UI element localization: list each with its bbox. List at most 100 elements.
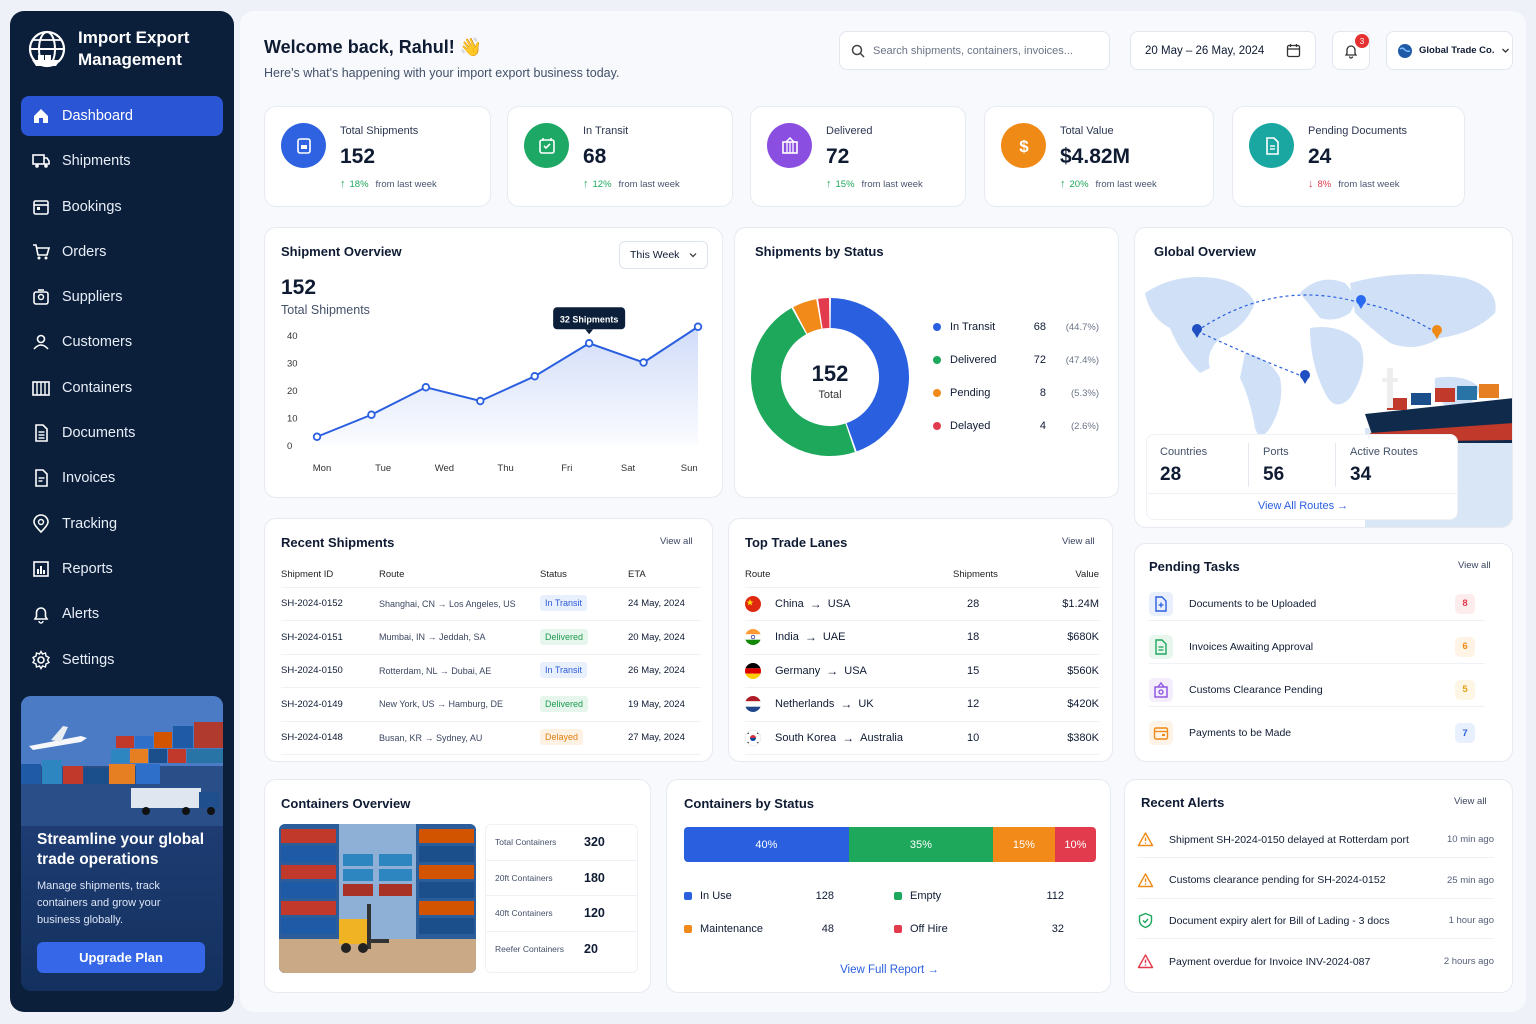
x-tick-label: Sun bbox=[681, 463, 698, 474]
data-point[interactable] bbox=[476, 396, 485, 406]
sidebar-item-label: Orders bbox=[62, 243, 107, 260]
recent-alerts-view-all[interactable]: View all bbox=[1454, 796, 1487, 807]
pending-tasks-view-all[interactable]: View all bbox=[1458, 560, 1491, 571]
sidebar-item-label: Tracking bbox=[62, 515, 118, 532]
table-row[interactable]: SH-2024-0148 Busan, KR → Sydney, AU Delaye… bbox=[281, 721, 701, 755]
data-point[interactable] bbox=[530, 372, 539, 381]
kpi-card-total-value[interactable]: $ Total Value $4.82M ↑ 20% from last week bbox=[984, 106, 1214, 207]
upgrade-plan-button[interactable]: Upgrade Plan bbox=[37, 942, 205, 973]
kpi-card-total-shipments[interactable]: Total Shipments 152 ↑ 18% from last week bbox=[264, 106, 491, 207]
x-tick-label: Sat bbox=[621, 463, 636, 474]
task-item[interactable]: Customs Clearance Pending 5 bbox=[1149, 673, 1485, 707]
sidebar-item-orders[interactable]: Orders bbox=[21, 232, 223, 272]
countries-label: Countries bbox=[1160, 446, 1208, 458]
legend-label: Pending bbox=[950, 387, 991, 399]
date-range-picker[interactable]: 20 May – 26 May, 2024 bbox=[1130, 31, 1316, 70]
sidebar-item-containers[interactable]: Containers bbox=[21, 368, 223, 408]
alert-item[interactable]: Document expiry alert for Bill of Lading… bbox=[1137, 903, 1494, 939]
calendar-icon bbox=[1286, 44, 1301, 58]
stacked-bar-segment[interactable]: 35% bbox=[848, 827, 993, 862]
arrow-right-icon: → bbox=[842, 730, 855, 745]
data-point[interactable] bbox=[312, 432, 322, 441]
kpi-value: 68 bbox=[583, 145, 607, 168]
sidebar-item-settings[interactable]: Settings bbox=[21, 640, 223, 680]
table-row[interactable]: South Korea → Australia 10 $380K bbox=[745, 721, 1099, 755]
segment-pct: 40% bbox=[755, 838, 778, 851]
container-stat-row: Reefer Containers 20 bbox=[486, 932, 637, 968]
kpi-card-delivered[interactable]: Delivered 72 ↑ 15% from last week bbox=[750, 106, 966, 207]
data-point[interactable] bbox=[421, 383, 431, 392]
legend-label: Off Hire bbox=[910, 923, 948, 935]
gear-icon bbox=[32, 649, 50, 670]
invoice-icon bbox=[1155, 638, 1167, 655]
company-selector[interactable]: Global Trade Co. bbox=[1386, 31, 1513, 70]
kpi-card-in-transit[interactable]: In Transit 68 ↑ 12% from last week bbox=[507, 106, 733, 207]
sidebar-item-reports[interactable]: Reports bbox=[21, 549, 223, 589]
task-label: Invoices Awaiting Approval bbox=[1189, 640, 1314, 653]
kpi-card-pending-documents[interactable]: Pending Documents 24 ↓ 8% from last week bbox=[1232, 106, 1465, 207]
sidebar-item-shipments[interactable]: Shipments bbox=[21, 141, 223, 181]
line-area bbox=[317, 326, 698, 445]
stacked-bar-segment[interactable]: 40% bbox=[684, 827, 849, 862]
data-point[interactable] bbox=[584, 339, 594, 348]
table-row[interactable]: Germany → USA 15 $560K bbox=[745, 654, 1099, 688]
view-all-routes-link[interactable]: View All Routes → bbox=[1147, 500, 1459, 512]
donut-slice-delayed[interactable] bbox=[818, 298, 830, 329]
stacked-bar-segment[interactable]: 10% bbox=[1054, 827, 1096, 862]
sidebar-item-documents[interactable]: Documents bbox=[21, 413, 223, 453]
segment-pct: 10% bbox=[1064, 838, 1087, 851]
table-row[interactable]: SH-2024-0149 New York, US → Hamburg, DE De… bbox=[281, 687, 701, 722]
status-legend-item: Delayed 4 (2.6%) bbox=[933, 420, 1099, 432]
notifications-button[interactable]: 3 bbox=[1332, 31, 1370, 70]
y-tick-label: 10 bbox=[287, 414, 298, 425]
alert-time: 1 hour ago bbox=[1448, 915, 1494, 926]
sidebar-item-suppliers[interactable]: Suppliers bbox=[21, 277, 223, 317]
sidebar-item-dashboard[interactable]: Dashboard bbox=[21, 96, 223, 136]
table-row[interactable]: Netherlands → UK 12 $420K bbox=[745, 687, 1099, 722]
alert-item[interactable]: Customs clearance pending for SH-2024-01… bbox=[1137, 863, 1494, 899]
task-label: Customs Clearance Pending bbox=[1189, 683, 1323, 696]
table-row[interactable]: China → USA 28 $1.24M bbox=[745, 587, 1099, 621]
recent-alerts-card: Recent Alerts View all Shipment SH-2024-… bbox=[1124, 779, 1513, 993]
recent-shipments-view-all[interactable]: View all bbox=[660, 536, 693, 547]
legend-swatch bbox=[684, 925, 692, 933]
task-item[interactable]: Invoices Awaiting Approval 6 bbox=[1149, 630, 1485, 664]
task-item[interactable]: Documents to be Uploaded 8 bbox=[1149, 587, 1485, 621]
table-row[interactable]: SH-2024-0152 Shanghai, CN → Los Angeles, … bbox=[281, 587, 701, 621]
search-box[interactable] bbox=[839, 31, 1110, 70]
sidebar-item-bookings[interactable]: Bookings bbox=[21, 187, 223, 227]
view-full-report-link[interactable]: View Full Report → bbox=[667, 964, 1112, 976]
status-badge: Delivered bbox=[540, 695, 589, 712]
sidebar-item-customers[interactable]: Customers bbox=[21, 322, 223, 362]
origin-country: South Korea bbox=[775, 731, 837, 744]
sidebar-item-invoices[interactable]: Invoices bbox=[21, 458, 223, 498]
data-point[interactable] bbox=[639, 358, 648, 367]
table-row[interactable]: India → UAE 18 $680K bbox=[745, 620, 1099, 655]
alert-item[interactable]: Shipment SH-2024-0150 delayed at Rotterd… bbox=[1137, 822, 1494, 858]
alert-item[interactable]: Payment overdue for Invoice INV-2024-087… bbox=[1137, 944, 1494, 980]
sidebar-nav: Dashboard Shipments Bookings Orders Supplier… bbox=[21, 96, 223, 685]
stacked-bar-segment[interactable]: 15% bbox=[992, 827, 1055, 862]
data-point[interactable] bbox=[367, 410, 376, 419]
table-row[interactable]: SH-2024-0151 Mumbai, IN → Jeddah, SA Deliv… bbox=[281, 620, 701, 655]
x-tick-label: Thu bbox=[497, 463, 513, 474]
table-row[interactable]: SH-2024-0150 Rotterdam, NL → Dubai, AE In … bbox=[281, 654, 701, 688]
alert-text: Shipment SH-2024-0150 delayed at Rotterd… bbox=[1169, 833, 1409, 846]
flag-nl-icon bbox=[745, 696, 761, 713]
container-stat-value: 180 bbox=[584, 870, 605, 885]
kpi-trend-text: from last week bbox=[1338, 178, 1400, 190]
containers-overview-title: Containers Overview bbox=[281, 796, 411, 811]
donut-slice-pending[interactable] bbox=[793, 299, 823, 334]
x-tick-label: Wed bbox=[435, 463, 454, 474]
sidebar-item-label: Shipments bbox=[62, 153, 131, 170]
trade-lanes-view-all[interactable]: View all bbox=[1062, 536, 1095, 547]
task-count-badge: 6 bbox=[1455, 636, 1475, 657]
task-item[interactable]: Payments to be Made 7 bbox=[1149, 716, 1485, 750]
sidebar-item-alerts[interactable]: Alerts bbox=[21, 594, 223, 634]
search-input[interactable] bbox=[873, 44, 1093, 57]
sidebar-item-tracking[interactable]: Tracking bbox=[21, 504, 223, 544]
legend-value: 48 bbox=[821, 923, 834, 935]
task-count-badge: 5 bbox=[1455, 679, 1475, 700]
origin-country: Netherlands bbox=[775, 698, 835, 711]
data-point[interactable] bbox=[693, 322, 703, 331]
